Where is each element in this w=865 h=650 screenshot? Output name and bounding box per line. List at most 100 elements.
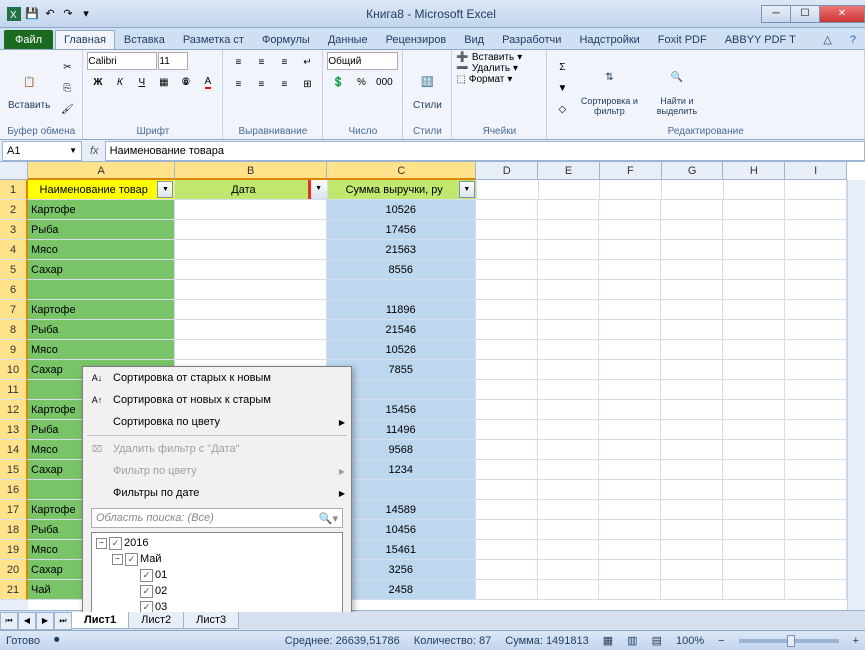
cell[interactable]: Картофе [28,200,175,220]
wrap-icon[interactable]: ↵ [296,52,318,72]
cells-insert[interactable]: ➕Вставить ▾ [456,52,542,63]
filter-search-box[interactable]: Область поиска: (Все)🔍▾ [91,508,343,528]
cell[interactable]: 8556 [327,260,476,280]
row-header[interactable]: 3 [0,220,28,240]
day-checkbox[interactable] [140,601,153,613]
zoom-level[interactable]: 100% [676,635,704,647]
align-left-icon[interactable]: ≡ [227,74,249,94]
sort-filter-button[interactable]: ⇅Сортировка и фильтр [575,60,643,118]
undo-icon[interactable]: ↶ [42,6,58,22]
col-header-B[interactable]: B [175,162,327,180]
row-header[interactable]: 6 [0,280,28,300]
tab-view[interactable]: Вид [455,30,493,49]
paste-button[interactable]: 📋 Вставить [4,64,54,113]
name-box[interactable]: ▼ [2,141,82,161]
cell[interactable] [175,240,327,260]
close-button[interactable]: ✕ [819,5,865,23]
sheet-tab-1[interactable]: Лист1 [71,612,129,629]
day-checkbox[interactable] [140,585,153,598]
cut-icon[interactable]: ✂ [56,58,78,78]
bold-icon[interactable]: Ж [87,72,108,92]
name-box-input[interactable] [7,145,57,157]
align-center-icon[interactable]: ≡ [250,74,272,94]
cell[interactable] [175,260,327,280]
col-header-G[interactable]: G [662,162,724,180]
align-bot-icon[interactable]: ≡ [273,52,295,72]
cell[interactable]: Рыба [28,220,175,240]
tab-abbyy[interactable]: ABBYY PDF T [716,30,805,49]
select-all-corner[interactable] [0,162,28,180]
tab-formulas[interactable]: Формулы [253,30,319,49]
row-header[interactable]: 20 [0,560,28,580]
sheet-tab-2[interactable]: Лист2 [128,612,184,629]
row-header[interactable]: 13 [0,420,28,440]
col-header-C[interactable]: C [327,162,476,180]
merge-icon[interactable]: ⊞ [296,74,318,94]
row-header[interactable]: 4 [0,240,28,260]
row-header[interactable]: 21 [0,580,28,600]
cell[interactable]: Мясо [28,340,175,360]
align-top-icon[interactable]: ≡ [227,52,249,72]
col-header-F[interactable]: F [600,162,662,180]
cell[interactable]: 10526 [327,200,476,220]
col-header-I[interactable]: I [785,162,847,180]
sheet-nav-first[interactable]: ⏮ [0,612,18,630]
underline-icon[interactable]: Ч [131,72,152,92]
row-header[interactable]: 19 [0,540,28,560]
row-header[interactable]: 16 [0,480,28,500]
filter-button-B[interactable]: ▼ [308,180,328,200]
cell[interactable] [175,200,327,220]
styles-button[interactable]: 🔠Стили [407,64,447,113]
fill-color-icon[interactable]: 🞋 [175,72,196,92]
copy-icon[interactable]: ⎘ [56,79,78,99]
cell[interactable]: Мясо [28,240,175,260]
year-checkbox[interactable] [109,537,122,550]
sort-newest-oldest[interactable]: A↑Сортировка от новых к старым [83,389,351,411]
tree-collapse-icon[interactable]: − [112,554,123,565]
filter-button-C[interactable]: ▼ [459,181,475,198]
row-header[interactable]: 17 [0,500,28,520]
tab-addins[interactable]: Надстройки [570,30,648,49]
cell[interactable]: 21563 [327,240,476,260]
cell[interactable]: 17456 [327,220,476,240]
autosum-icon[interactable]: Σ [551,58,573,78]
cell[interactable] [175,220,327,240]
sheet-tab-3[interactable]: Лист3 [183,612,239,629]
fx-icon[interactable]: fx [84,145,105,157]
tab-developer[interactable]: Разработчи [493,30,570,49]
tab-file[interactable]: Файл [4,30,53,49]
find-select-button[interactable]: 🔍Найти и выделить [645,60,708,118]
clear-icon[interactable]: ◇ [551,100,573,120]
font-color-icon[interactable]: A [197,72,218,92]
view-normal-icon[interactable]: ▦ [603,634,613,647]
help-icon[interactable]: ? [841,30,865,49]
cell[interactable]: Сахар [28,260,175,280]
number-format-input[interactable] [327,52,398,70]
row-header[interactable]: 18 [0,520,28,540]
minimize-ribbon-icon[interactable]: △ [814,29,840,49]
qat-more-icon[interactable]: ▾ [78,6,94,22]
row-header[interactable]: 15 [0,460,28,480]
date-filters[interactable]: Фильтры по дате▶ [83,482,351,504]
cell[interactable] [327,280,476,300]
row-header[interactable]: 9 [0,340,28,360]
col-header-H[interactable]: H [723,162,785,180]
filter-button-A[interactable]: ▼ [157,181,173,198]
month-checkbox[interactable] [125,553,138,566]
minimize-button[interactable]: ─ [761,5,791,23]
tree-collapse-icon[interactable]: − [96,538,107,549]
comma-icon[interactable]: 000 [373,72,395,92]
row-header[interactable]: 11 [0,380,28,400]
vertical-scrollbar[interactable] [847,180,865,612]
italic-icon[interactable]: К [109,72,130,92]
tab-data[interactable]: Данные [319,30,377,49]
cell[interactable] [175,300,327,320]
col-header-A[interactable]: A [28,162,175,180]
tab-home[interactable]: Главная [55,30,115,49]
cell[interactable] [175,340,327,360]
row-header[interactable]: 8 [0,320,28,340]
filter-values-tree[interactable]: −2016 −Май 01020304050607 Пустые) [91,532,343,612]
percent-icon[interactable]: % [350,72,372,92]
border-icon[interactable]: ▦ [153,72,174,92]
fill-icon[interactable]: ▼ [551,79,573,99]
